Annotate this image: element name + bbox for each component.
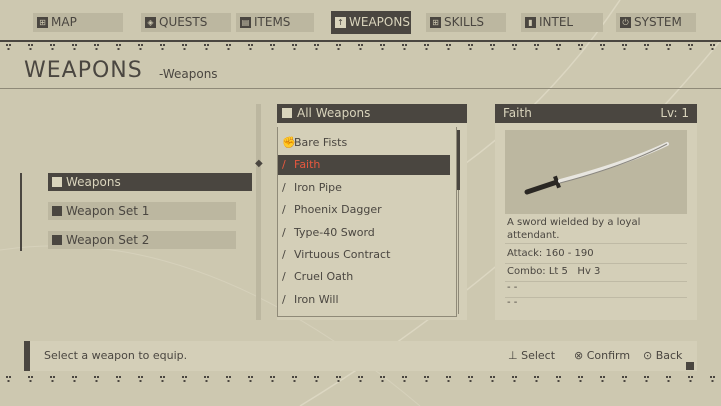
left-menu-weapon-set-2[interactable]: Weapon Set 2 [48, 231, 236, 249]
weapon-label: Type-40 Sword [294, 226, 375, 239]
left-menu-weapons[interactable]: Weapons [48, 173, 252, 191]
skills-icon: ⊞ [430, 17, 441, 28]
tab-quests[interactable]: ◈ QUESTS [141, 13, 231, 32]
sword-icon: / [282, 248, 286, 261]
ability-slot-1: - - [507, 282, 518, 293]
weapon-label: Bare Fists [294, 136, 348, 149]
top-nav: ⊞ MAP ◈ QUESTS ▤ ITEMS ↑ WEAPONS ⊞ SKILL… [0, 0, 721, 50]
tab-label: INTEL [539, 15, 574, 29]
confirm-control[interactable]: ⊗ Confirm [574, 349, 630, 362]
items-icon: ▤ [240, 17, 251, 28]
sword-icon: / [282, 203, 286, 216]
back-label: Back [655, 349, 683, 362]
list-header-label: All Weapons [297, 106, 371, 120]
tab-label: MAP [51, 15, 77, 29]
weapon-item-iron-will[interactable]: / Iron Will [278, 290, 450, 310]
map-icon: ⊞ [37, 17, 48, 28]
weapon-label: Faith [294, 158, 321, 171]
weapon-label: Phoenix Dagger [294, 203, 382, 216]
weapon-item-cruel-oath[interactable]: / Cruel Oath [278, 267, 450, 287]
weapon-image [505, 130, 687, 214]
weapon-level: Lv: 1 [660, 106, 689, 120]
decorative-dot-row [6, 44, 715, 50]
weapon-item-faith[interactable]: / Faith [278, 155, 450, 175]
tab-label: SKILLS [444, 15, 485, 29]
weapons-icon: ↑ [335, 17, 346, 28]
bottom-corner-marker [686, 362, 694, 370]
tab-map[interactable]: ⊞ MAP [33, 13, 123, 32]
fist-icon: ✊ [282, 136, 296, 149]
weapon-name: Faith [503, 106, 532, 120]
weapon-label: Virtuous Contract [294, 248, 391, 261]
weapon-item-virtuous-contract[interactable]: / Virtuous Contract [278, 245, 450, 265]
weapon-label: Cruel Oath [294, 270, 354, 283]
page-title: WEAPONS [24, 58, 143, 83]
sword-icon: / [282, 270, 286, 283]
left-menu-weapon-set-1[interactable]: Weapon Set 1 [48, 202, 236, 220]
tab-label: QUESTS [159, 15, 208, 29]
tab-label: ITEMS [254, 15, 291, 29]
tab-label: WEAPONS [349, 15, 410, 29]
tab-system[interactable]: ⏻ SYSTEM [616, 13, 696, 32]
tab-intel[interactable]: ▮ INTEL [521, 13, 603, 32]
select-control[interactable]: ⊥ Select [508, 349, 555, 362]
cross-button-icon: ⊗ [574, 349, 584, 362]
weapon-detail-header: Faith Lv: 1 [495, 104, 697, 123]
decorative-dot-row-bottom [6, 376, 715, 382]
square-icon [52, 206, 62, 216]
combo-stat: Combo: Lt 5 Hv 3 [507, 266, 601, 277]
weapon-description: A sword wielded by a loyal attendant. [507, 217, 641, 241]
detail-divider [505, 263, 687, 264]
weapon-item-phoenix-dagger[interactable]: / Phoenix Dagger [278, 200, 450, 220]
heavy-sword-icon: / [282, 293, 286, 306]
page-subtitle: -Weapons [159, 67, 218, 81]
tab-label: SYSTEM [634, 15, 682, 29]
circle-button-icon: ⊙ [643, 349, 653, 362]
back-control[interactable]: ⊙ Back [643, 349, 682, 362]
sword-icon: / [282, 226, 286, 239]
intel-icon: ▮ [525, 17, 536, 28]
confirm-label: Confirm [586, 349, 631, 362]
attack-stat: Attack: 160 - 190 [507, 248, 594, 259]
katana-icon [524, 142, 669, 195]
detail-divider [505, 243, 687, 244]
square-icon [282, 108, 292, 118]
dpad-icon: ⊥ [508, 349, 518, 362]
menu-label: Weapon Set 1 [66, 204, 150, 218]
detail-divider [505, 297, 687, 298]
ability-slot-2: - - [507, 297, 518, 308]
detail-divider [505, 281, 687, 282]
weapon-label: Iron Will [294, 293, 339, 306]
weapon-list-header: All Weapons [277, 104, 467, 123]
help-message: Select a weapon to equip. [44, 349, 188, 362]
pointer-cursor-icon: ◆ [255, 158, 263, 169]
sword-icon: / [282, 158, 286, 171]
menu-label: Weapons [66, 175, 121, 189]
tab-items[interactable]: ▤ ITEMS [236, 13, 314, 32]
square-icon [52, 235, 62, 245]
select-label: Select [521, 349, 556, 362]
tab-skills[interactable]: ⊞ SKILLS [426, 13, 506, 32]
weapon-label: Iron Pipe [294, 181, 342, 194]
square-icon [52, 177, 62, 187]
weapon-item-type-40-sword[interactable]: / Type-40 Sword [278, 223, 450, 243]
list-side-strip [256, 104, 261, 320]
tab-weapons[interactable]: ↑ WEAPONS [331, 11, 411, 34]
system-icon: ⏻ [620, 17, 631, 28]
menu-cursor-bracket [20, 173, 30, 251]
quests-icon: ◈ [145, 17, 156, 28]
menu-label: Weapon Set 2 [66, 233, 150, 247]
sword-icon: / [282, 181, 286, 194]
bottom-bar-accent [24, 341, 30, 371]
scrollbar-thumb[interactable] [457, 130, 460, 190]
weapon-item-iron-pipe[interactable]: / Iron Pipe [278, 178, 450, 198]
weapon-item-bare-fists[interactable]: ✊ Bare Fists [278, 133, 450, 153]
nav-divider [0, 40, 721, 42]
title-divider [0, 88, 721, 89]
